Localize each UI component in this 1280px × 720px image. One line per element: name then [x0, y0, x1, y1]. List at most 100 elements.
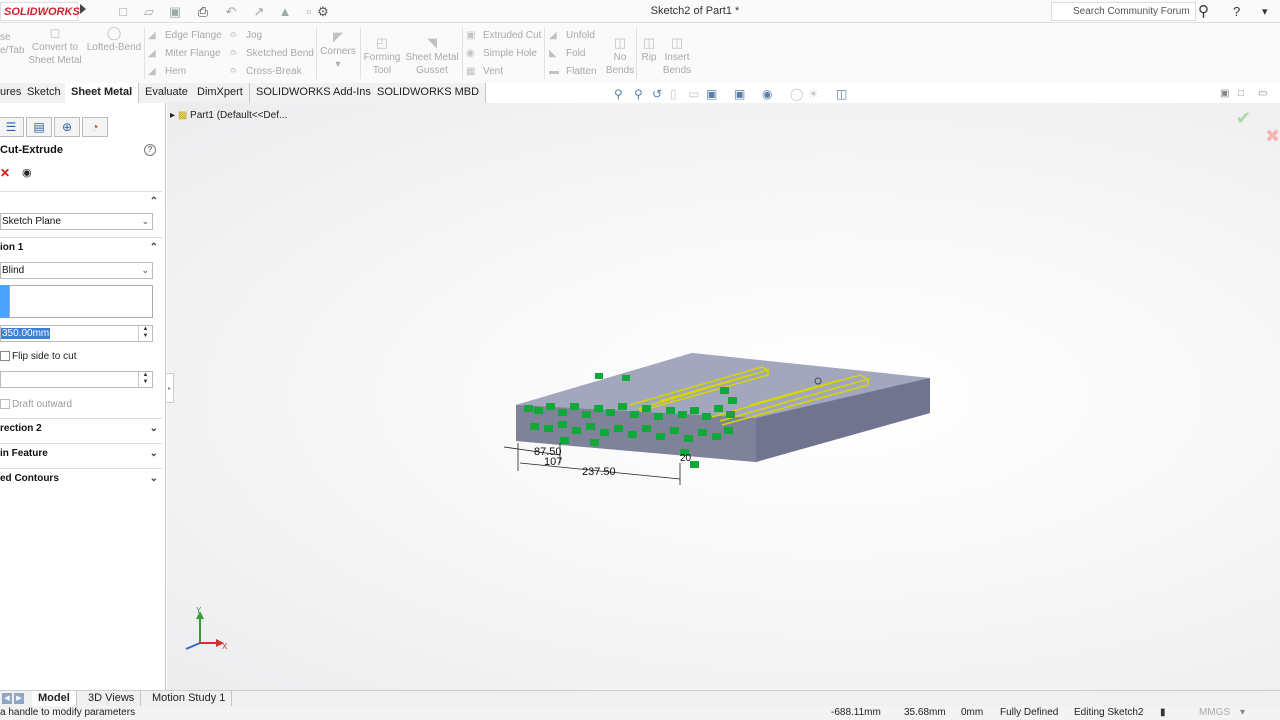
panel-collapse-grip[interactable]: ▸: [166, 373, 174, 403]
search-input[interactable]: Search Community Forum: [1051, 2, 1196, 21]
direction2-label: rection 2: [0, 423, 42, 434]
display-style-icon[interactable]: ▣: [734, 87, 745, 101]
tab-evaluate[interactable]: Evaluate: [139, 83, 195, 103]
display-manager-tab-icon[interactable]: ◔: [82, 117, 108, 137]
user-menu-icon[interactable]: ▾: [1262, 5, 1268, 18]
extruded-cut-button[interactable]: ▣ Extruded Cut: [466, 27, 541, 45]
unfold-button[interactable]: ◢ Unfold: [549, 27, 595, 45]
vent-label: Vent: [483, 66, 504, 77]
window-maximize-icon[interactable]: □: [1238, 88, 1244, 99]
expand-chevron-icon[interactable]: ⌄: [150, 421, 158, 437]
unit-system[interactable]: MMGS: [1199, 707, 1230, 718]
expand-chevron-icon[interactable]: ⌄: [150, 471, 158, 487]
convert-to-sheet-metal-button[interactable]: ◻ Convert to Sheet Metal: [26, 25, 84, 67]
draft-outward-checkbox[interactable]: [0, 399, 10, 409]
tab-motion-study[interactable]: Motion Study 1: [146, 691, 233, 707]
command-tabs: ures Sketch Sheet Metal Evaluate DimXper…: [0, 83, 487, 103]
search-button-icon[interactable]: ⚲: [1198, 2, 1209, 20]
zoom-to-fit-icon[interactable]: ⚲: [614, 87, 623, 101]
tab-scroll-right-icon[interactable]: ▶: [14, 693, 24, 704]
edge-flange-button[interactable]: ◢ Edge Flange: [148, 27, 222, 45]
sheet-metal-gusset-button[interactable]: ◥ Sheet Metal Gusset: [404, 35, 460, 77]
part-label: Part1 (Default<<Def...: [190, 110, 288, 121]
property-manager: ☰ ▤ ⊕ ◔ Cut-Extrude ? ✕ ◉ ⌃ Sketch Plane…: [0, 103, 166, 690]
units-dropdown-icon[interactable]: ▾: [1240, 707, 1245, 718]
cancel-x-icon[interactable]: ✖: [1265, 126, 1280, 147]
insert-bends-button[interactable]: ◫ Insert Bends: [660, 35, 694, 77]
dynamic-annotation-icon[interactable]: ▭: [688, 87, 699, 101]
sketched-bend-button[interactable]: ≏ Sketched Bend: [229, 45, 314, 63]
no-bends-button[interactable]: ◫ No Bends: [602, 35, 638, 77]
window-tile-icon[interactable]: ▭: [1258, 88, 1267, 99]
confirm-check-icon[interactable]: ✔: [1236, 108, 1251, 129]
hem-button[interactable]: ◢ Hem: [148, 63, 186, 81]
from-condition-select[interactable]: Sketch Plane ⌄: [0, 213, 153, 230]
expand-chevron-icon[interactable]: ⌄: [150, 446, 158, 462]
tab-model[interactable]: Model: [32, 691, 77, 707]
feature-tree-flyout[interactable]: ▸ ▩ Part1 (Default<<Def...: [170, 110, 287, 121]
configuration-manager-tab-icon[interactable]: ⊕: [54, 117, 80, 137]
expand-arrow-icon[interactable]: ▸: [170, 110, 175, 121]
flip-side-checkbox[interactable]: [0, 351, 10, 361]
cross-break-button[interactable]: ≏ Cross-Break: [229, 63, 302, 81]
tab-sheet-metal[interactable]: Sheet Metal: [65, 83, 140, 103]
forming-label: Forming Tool: [363, 52, 401, 76]
lofted-bend-button[interactable]: ◯ Lofted-Bend: [86, 25, 142, 54]
collapse-chevron-icon[interactable]: ⌃: [150, 240, 158, 256]
draft-angle-input[interactable]: ▲ ▼: [0, 371, 153, 388]
tab-sketch[interactable]: Sketch: [21, 83, 68, 103]
hide-show-items-icon[interactable]: ◉: [762, 87, 772, 101]
direction-selection-box[interactable]: [9, 285, 153, 318]
help-icon[interactable]: ?: [144, 144, 156, 156]
miter-flange-button[interactable]: ◢ Miter Flange: [148, 45, 221, 63]
vent-button[interactable]: ▦ Vent: [466, 63, 503, 81]
from-section-header[interactable]: ⌃: [0, 194, 162, 210]
gusset-label: Sheet Metal Gusset: [405, 52, 459, 76]
fold-button[interactable]: ◣ Fold: [549, 45, 585, 63]
end-condition-select[interactable]: Blind ⌄: [0, 262, 153, 279]
section-view-icon[interactable]: ▯: [670, 87, 677, 101]
tab-dimxpert[interactable]: DimXpert: [191, 83, 250, 103]
direction1-header[interactable]: ion 1 ⌃: [0, 240, 162, 256]
selected-contours-header[interactable]: ed Contours ⌄: [0, 471, 162, 487]
previous-view-icon[interactable]: ↺: [652, 87, 662, 101]
feature-tree-tab-icon[interactable]: ☰: [0, 117, 24, 137]
collapse-chevron-icon[interactable]: ⌃: [150, 194, 158, 210]
dim-label-2[interactable]: 107: [544, 456, 562, 468]
base-flange-tab[interactable]: se e/Tab: [0, 31, 24, 57]
model-render[interactable]: 87.50 107 237.50 20: [500, 345, 940, 490]
tab-addins[interactable]: SOLIDWORKS Add-Ins: [250, 83, 378, 103]
no-bends-label: No Bends: [605, 52, 635, 76]
thin-feature-header[interactable]: in Feature ⌄: [0, 446, 162, 462]
detailed-preview-eye-icon[interactable]: ◉: [22, 166, 32, 179]
dim-label-4[interactable]: 20: [680, 453, 692, 464]
depth-stepper-icon[interactable]: ▲ ▼: [138, 326, 152, 341]
depth-input[interactable]: 350.00mm ▲ ▼: [0, 325, 153, 342]
view-settings-icon[interactable]: ◫: [836, 87, 847, 101]
zoom-area-icon[interactable]: ⚲: [634, 87, 643, 101]
view-orientation-icon[interactable]: ▣: [706, 87, 717, 101]
corners-button[interactable]: ◤ Corners ▾: [318, 29, 358, 71]
direction2-header[interactable]: rection 2 ⌄: [0, 421, 162, 437]
from-condition-value: Sketch Plane: [2, 216, 61, 227]
dim-label-3[interactable]: 237.50: [582, 466, 616, 478]
draft-stepper-icon[interactable]: ▲ ▼: [138, 372, 152, 387]
rebuild-indicator-icon[interactable]: ▮: [1160, 707, 1166, 718]
tab-mbd[interactable]: SOLIDWORKS MBD: [371, 83, 487, 103]
flatten-button[interactable]: ▬ Flatten: [549, 63, 597, 81]
property-manager-tab-icon[interactable]: ▤: [26, 117, 52, 137]
window-restore-icon[interactable]: ▣: [1220, 88, 1229, 99]
jog-button[interactable]: ≏ Jog: [229, 27, 262, 45]
status-hint: a handle to modify parameters: [0, 707, 136, 718]
apply-scene-icon[interactable]: ☀: [808, 87, 819, 101]
selected-contours-label: ed Contours: [0, 473, 59, 484]
cancel-icon[interactable]: ✕: [0, 166, 10, 180]
rip-button[interactable]: ◫ Rip: [636, 35, 662, 64]
forming-tool-button[interactable]: ◰ Forming Tool: [362, 35, 402, 77]
edit-appearance-icon[interactable]: ◯: [790, 87, 803, 101]
tab-scroll-left-icon[interactable]: ◀: [2, 693, 12, 704]
simple-hole-button[interactable]: ◉ Simple Hole: [466, 45, 537, 63]
tab-3d-views[interactable]: 3D Views: [82, 691, 142, 707]
help-icon[interactable]: ?: [1233, 4, 1240, 19]
fold-label: Fold: [566, 48, 586, 59]
